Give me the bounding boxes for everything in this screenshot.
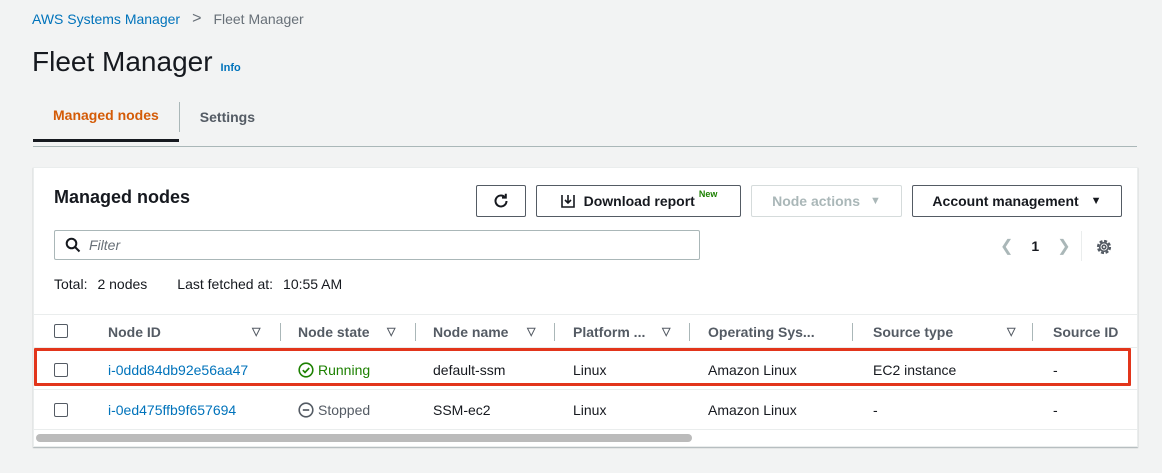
current-page[interactable]: 1	[1031, 238, 1039, 254]
last-fetched-value: 10:55 AM	[283, 276, 343, 292]
filter-input[interactable]	[87, 236, 651, 254]
stopped-circle-icon	[298, 402, 314, 418]
caret-down-icon: ▼	[1090, 195, 1102, 207]
node-state-label: Running	[318, 362, 371, 378]
select-all-checkbox[interactable]	[54, 324, 68, 338]
download-icon	[560, 195, 575, 208]
tab-settings[interactable]: Settings	[180, 100, 275, 134]
column-node-id[interactable]: Node ID ▽	[108, 315, 268, 348]
account-management-button[interactable]: Account management ▼	[912, 185, 1122, 217]
node-state-label: Stopped	[318, 402, 371, 418]
total-label: Total:	[54, 276, 88, 292]
account-management-label: Account management	[932, 193, 1079, 209]
tab-bar: Managed nodes Settings	[33, 100, 1137, 147]
caret-down-icon: ▼	[870, 195, 881, 207]
column-label: Operating Sys...	[708, 323, 815, 340]
sort-icon[interactable]: ▽	[252, 325, 260, 338]
node-id-link[interactable]: i-0ed475ffb9f657694	[108, 390, 236, 430]
table-row[interactable]: i-0ddd84db92e56aa47 Running default-ssm …	[34, 350, 1137, 390]
row-checkbox[interactable]	[54, 363, 68, 377]
node-name: SSM-ec2	[433, 402, 491, 418]
source-id: -	[1053, 402, 1058, 418]
next-page-icon[interactable]: ❯	[1057, 236, 1070, 256]
managed-nodes-panel: Managed nodes Download report New Node a…	[33, 167, 1138, 447]
download-report-button[interactable]: Download report New	[536, 185, 741, 217]
column-label: Node ID	[108, 323, 161, 340]
pagination: ❮ 1 ❯	[1000, 236, 1071, 256]
node-actions-label: Node actions	[772, 193, 860, 209]
filter-box	[54, 230, 700, 260]
column-label: Source type	[873, 323, 954, 340]
page-title: Fleet Manager	[32, 46, 213, 77]
pagination-divider	[1081, 231, 1082, 261]
column-label: Platform ...	[573, 323, 646, 340]
column-separator[interactable]	[554, 323, 555, 341]
info-link[interactable]: Info	[221, 62, 241, 74]
refresh-button[interactable]	[476, 185, 526, 217]
column-platform[interactable]: Platform ... ▽	[573, 315, 683, 348]
column-separator[interactable]	[280, 323, 281, 341]
column-separator[interactable]	[852, 323, 853, 341]
panel-title: Managed nodes	[54, 187, 191, 207]
column-node-name[interactable]: Node name ▽	[433, 315, 543, 348]
column-label: Source ID	[1053, 323, 1119, 340]
column-label: Node state	[298, 323, 370, 340]
last-fetched-label: Last fetched at:	[177, 276, 274, 292]
column-source-id[interactable]: Source ID	[1053, 315, 1137, 348]
column-separator[interactable]	[415, 323, 416, 341]
platform: Linux	[573, 362, 607, 378]
column-separator[interactable]	[689, 323, 690, 341]
tab-label: Settings	[199, 109, 256, 125]
tab-label: Managed nodes	[53, 107, 159, 123]
node-id-link[interactable]: i-0ddd84db92e56aa47	[108, 350, 248, 390]
previous-page-icon[interactable]: ❮	[1000, 236, 1013, 256]
column-separator[interactable]	[1032, 323, 1033, 341]
sort-icon[interactable]: ▽	[527, 325, 535, 338]
node-state: Running	[298, 350, 370, 390]
node-actions-button[interactable]: Node actions ▼	[751, 185, 902, 217]
sort-icon[interactable]: ▽	[387, 325, 395, 338]
search-icon	[65, 237, 81, 253]
table-header: Node ID ▽ Node state ▽ Node name ▽ Platf…	[34, 314, 1137, 348]
column-source-type[interactable]: Source type ▽	[873, 315, 1023, 348]
sort-icon[interactable]: ▽	[662, 325, 670, 338]
total-value: 2 nodes	[97, 276, 148, 292]
gear-icon[interactable]	[1095, 238, 1113, 256]
sort-icon[interactable]: ▽	[1007, 325, 1015, 338]
node-state: Stopped	[298, 390, 370, 430]
source-type: EC2 instance	[873, 362, 957, 378]
breadcrumb-systems-manager[interactable]: AWS Systems Manager	[32, 11, 180, 27]
breadcrumb-separator: >	[192, 10, 202, 27]
summary: Total: 2 nodes Last fetched at: 10:55 AM	[54, 276, 342, 292]
breadcrumb-fleet-manager: Fleet Manager	[213, 11, 304, 27]
source-id: -	[1053, 362, 1058, 378]
new-badge: New	[698, 189, 718, 199]
platform: Linux	[573, 402, 607, 418]
table-row[interactable]: i-0ed475ffb9f657694 Stopped SSM-ec2 Linu…	[34, 390, 1137, 430]
download-report-label: Download report	[583, 193, 695, 209]
operating-system: Amazon Linux	[708, 362, 797, 378]
breadcrumb: AWS Systems Manager > Fleet Manager	[32, 10, 304, 28]
column-node-state[interactable]: Node state ▽	[298, 315, 408, 348]
page-header: Fleet Manager Info	[32, 46, 241, 78]
row-checkbox[interactable]	[54, 403, 68, 417]
tab-managed-nodes[interactable]: Managed nodes	[33, 95, 179, 142]
operating-system: Amazon Linux	[708, 402, 797, 418]
source-type: -	[873, 402, 878, 418]
column-operating-system[interactable]: Operating Sys...	[708, 315, 848, 348]
refresh-icon	[494, 193, 508, 208]
column-label: Node name	[433, 323, 509, 340]
horizontal-scrollbar[interactable]	[36, 434, 692, 442]
check-circle-icon	[298, 362, 314, 378]
node-name: default-ssm	[433, 362, 506, 378]
